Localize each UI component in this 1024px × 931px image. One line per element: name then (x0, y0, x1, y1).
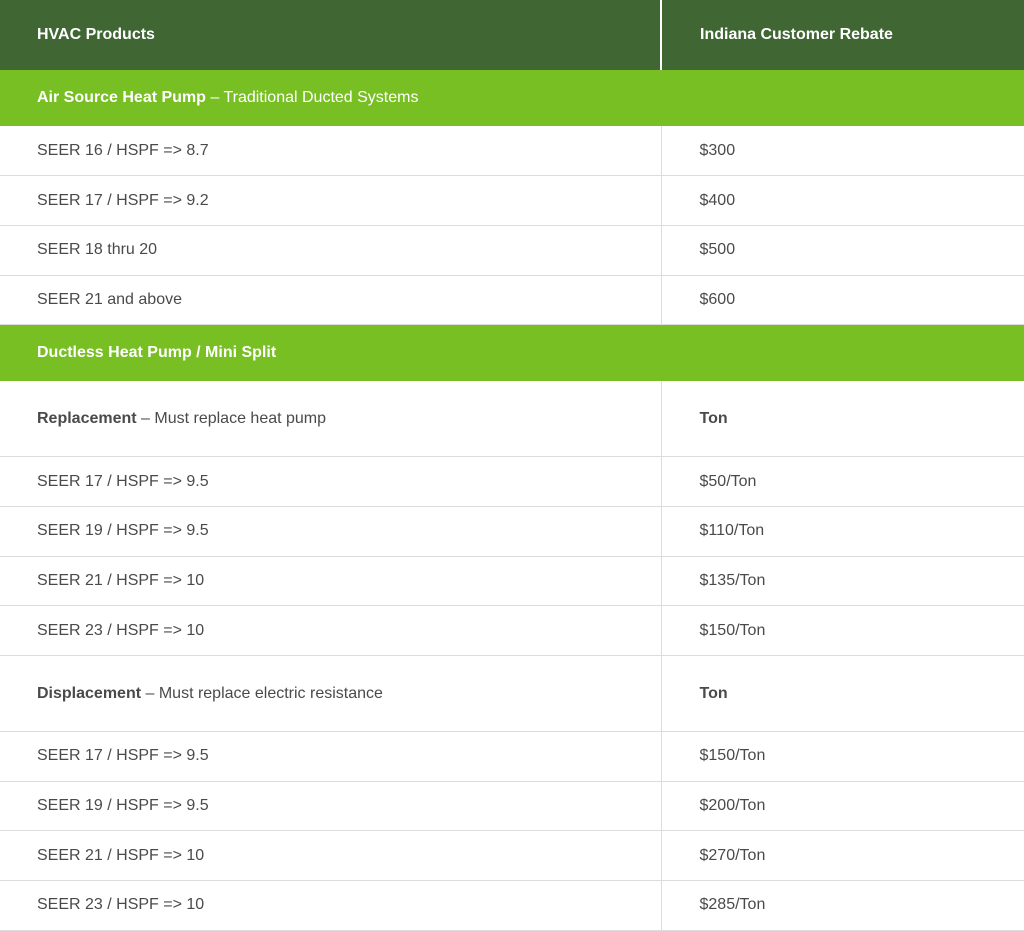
subsection-title: Displacement – Must replace electric res… (0, 655, 662, 732)
product-cell: SEER 16 / HSPF => 8.7 (0, 126, 662, 177)
subsection-replacement: Replacement – Must replace heat pump Ton (0, 380, 1024, 458)
table-row: SEER 18 thru 20 $500 (0, 225, 1024, 276)
header-indiana-customer-rebate: Indiana Customer Rebate (661, 0, 1024, 70)
section-title-rest: – Traditional Ducted Systems (205, 89, 419, 106)
product-cell: SEER 17 / HSPF => 9.2 (0, 175, 662, 226)
rebate-cell: $400 (661, 175, 1024, 226)
subsection-title-bold: Displacement (37, 684, 142, 702)
unit-label: Ton (699, 409, 728, 427)
table-row: SEER 17 / HSPF => 9.5 $50/Ton (0, 456, 1024, 507)
rebate-cell: $110/Ton (661, 506, 1024, 557)
rebate-cell: $300 (661, 126, 1024, 177)
product-cell: SEER 18 thru 20 (0, 225, 662, 276)
rebate-cell: $200/Ton (661, 781, 1024, 832)
section-title: Air Source Heat Pump – Traditional Ducte… (0, 70, 1024, 126)
rebate-table: HVAC Products Indiana Customer Rebate Ai… (0, 0, 1024, 931)
subsection-unit: Ton (661, 380, 1024, 458)
subsection-unit: Ton (661, 655, 1024, 732)
table-row: SEER 23 / HSPF => 10 $285/Ton (0, 880, 1024, 931)
table-row: SEER 21 and above $600 (0, 275, 1024, 326)
table-row: SEER 21 / HSPF => 10 $270/Ton (0, 830, 1024, 882)
section-title-bold: Air Source Heat Pump (37, 89, 206, 106)
table-header-row: HVAC Products Indiana Customer Rebate (0, 0, 1024, 70)
table-row: SEER 17 / HSPF => 9.5 $150/Ton (0, 731, 1024, 782)
rebate-cell: $500 (661, 225, 1024, 276)
subsection-title-bold: Replacement (37, 409, 137, 427)
table-row: SEER 23 / HSPF => 10 $150/Ton (0, 605, 1024, 656)
unit-label: Ton (699, 684, 728, 702)
product-cell: SEER 17 / HSPF => 9.5 (0, 456, 662, 507)
rebate-cell: $50/Ton (661, 456, 1024, 507)
product-cell: SEER 23 / HSPF => 10 (0, 880, 662, 931)
section-ductless-heat-pump: Ductless Heat Pump / Mini Split (0, 324, 1024, 381)
header-hvac-products: HVAC Products (0, 0, 662, 70)
rebate-cell: $150/Ton (661, 731, 1024, 782)
product-cell: SEER 21 / HSPF => 10 (0, 830, 662, 882)
rebate-cell: $270/Ton (661, 830, 1024, 882)
table-row: SEER 19 / HSPF => 9.5 $110/Ton (0, 506, 1024, 557)
table-row: SEER 19 / HSPF => 9.5 $200/Ton (0, 781, 1024, 832)
subsection-title-rest: – Must replace heat pump (136, 409, 327, 427)
product-cell: SEER 21 / HSPF => 10 (0, 556, 662, 607)
section-title-bold: Ductless Heat Pump / Mini Split (37, 344, 277, 361)
subsection-displacement: Displacement – Must replace electric res… (0, 655, 1024, 732)
rebate-cell: $600 (661, 275, 1024, 326)
product-cell: SEER 17 / HSPF => 9.5 (0, 731, 662, 782)
product-cell: SEER 23 / HSPF => 10 (0, 605, 662, 656)
table-row: SEER 17 / HSPF => 9.2 $400 (0, 175, 1024, 226)
product-cell: SEER 21 and above (0, 275, 662, 326)
section-air-source-heat-pump: Air Source Heat Pump – Traditional Ducte… (0, 70, 1024, 126)
product-cell: SEER 19 / HSPF => 9.5 (0, 781, 662, 832)
table-row: SEER 21 / HSPF => 10 $135/Ton (0, 556, 1024, 607)
rebate-cell: $285/Ton (661, 880, 1024, 931)
subsection-title: Replacement – Must replace heat pump (0, 380, 662, 458)
table-row: SEER 16 / HSPF => 8.7 $300 (0, 126, 1024, 177)
rebate-cell: $135/Ton (661, 556, 1024, 607)
subsection-title-rest: – Must replace electric resistance (141, 684, 383, 702)
rebate-cell: $150/Ton (661, 605, 1024, 656)
product-cell: SEER 19 / HSPF => 9.5 (0, 506, 662, 557)
section-title: Ductless Heat Pump / Mini Split (0, 324, 1024, 381)
